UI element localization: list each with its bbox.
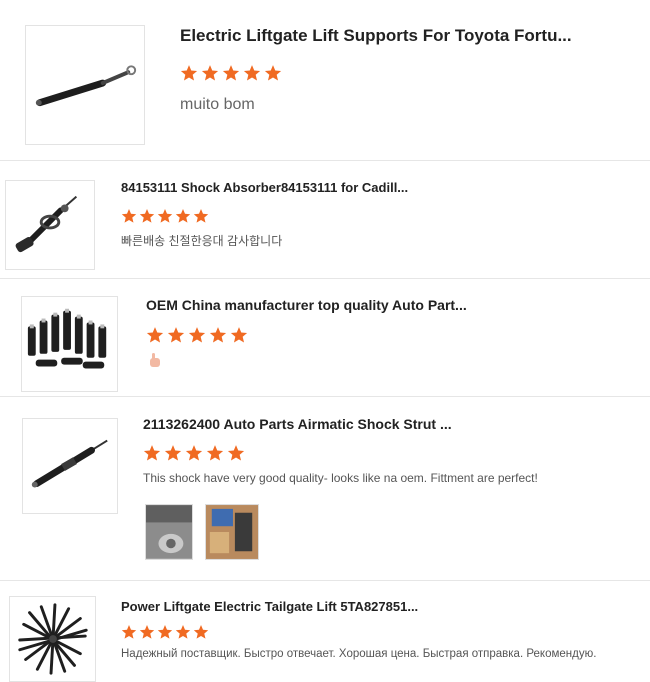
review-card-5: Power Liftgate Electric Tailgate Lift 5T… <box>0 582 650 682</box>
star-icon <box>201 65 219 81</box>
rating-stars <box>146 326 248 344</box>
review-text: muito bom <box>180 96 255 113</box>
rating-stars <box>121 624 209 640</box>
product-image-4[interactable] <box>22 418 118 514</box>
product-image-5[interactable] <box>9 596 96 682</box>
star-icon <box>227 445 245 461</box>
star-icon <box>180 65 198 81</box>
product-title[interactable]: 2113262400 Auto Parts Airmatic Shock Str… <box>143 416 563 432</box>
star-icon <box>222 65 240 81</box>
thumbs-up-emoji-icon <box>148 352 162 368</box>
star-icon <box>188 327 206 343</box>
review-card-1: Electric Liftgate Lift Supports For Toyo… <box>0 0 650 158</box>
star-icon <box>185 445 203 461</box>
review-text: 빠른배송 친절한응대 감사합니다 <box>121 234 283 248</box>
star-icon <box>164 445 182 461</box>
review-card-4: 2113262400 Auto Parts Airmatic Shock Str… <box>0 398 650 576</box>
star-icon <box>209 327 227 343</box>
product-image-3[interactable] <box>21 296 118 392</box>
review-text: Надежный поставщик. Быстро отвечает. Хор… <box>121 648 597 660</box>
product-title[interactable]: 84153111 Shock Absorber84153111 for Cadi… <box>121 180 541 195</box>
star-icon <box>243 65 261 81</box>
review-photo-1[interactable] <box>145 504 193 560</box>
divider <box>0 160 650 161</box>
star-icon <box>121 625 137 639</box>
rating-stars <box>143 444 245 462</box>
star-icon <box>230 327 248 343</box>
product-title[interactable]: OEM China manufacturer top quality Auto … <box>146 297 576 313</box>
divider <box>0 278 650 279</box>
divider <box>0 396 650 397</box>
star-icon <box>143 445 161 461</box>
product-image-2[interactable] <box>5 180 95 270</box>
star-icon <box>206 445 224 461</box>
star-icon <box>121 209 137 223</box>
product-title[interactable]: Power Liftgate Electric Tailgate Lift 5T… <box>121 599 541 614</box>
star-icon <box>193 625 209 639</box>
review-card-3: OEM China manufacturer top quality Auto … <box>0 280 650 394</box>
star-icon <box>175 625 191 639</box>
product-title[interactable]: Electric Liftgate Lift Supports For Toyo… <box>180 26 640 46</box>
divider <box>0 580 650 581</box>
star-icon <box>167 327 185 343</box>
star-icon <box>157 209 173 223</box>
star-icon <box>146 327 164 343</box>
star-icon <box>157 625 173 639</box>
rating-stars <box>121 208 209 224</box>
star-icon <box>139 625 155 639</box>
review-photo-2[interactable] <box>205 504 259 560</box>
star-icon <box>139 209 155 223</box>
product-image-1[interactable] <box>25 25 145 145</box>
star-icon <box>264 65 282 81</box>
rating-stars <box>180 64 282 82</box>
star-icon <box>175 209 191 223</box>
review-card-2: 84153111 Shock Absorber84153111 for Cadi… <box>0 162 650 276</box>
review-text: This shock have very good quality- looks… <box>143 471 538 485</box>
star-icon <box>193 209 209 223</box>
